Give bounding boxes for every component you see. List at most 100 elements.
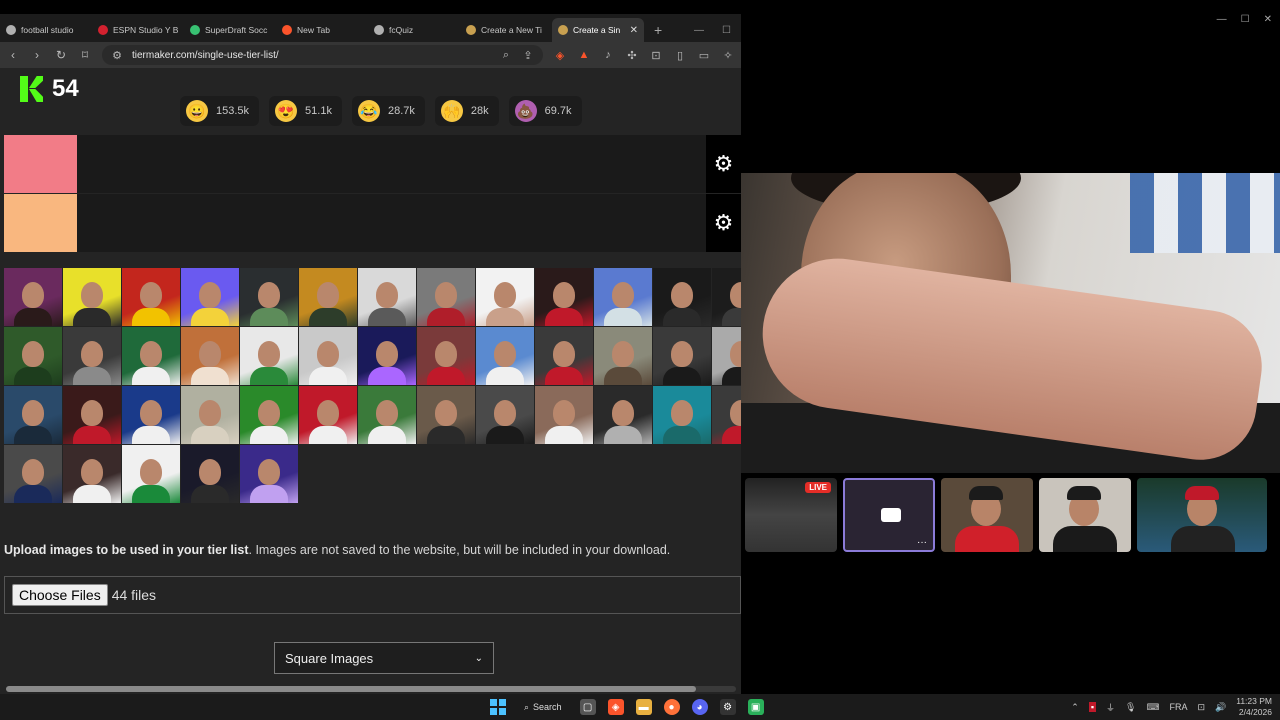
tier-image-thumbnail[interactable]: [358, 268, 416, 326]
tier-image-thumbnail[interactable]: [653, 386, 711, 444]
browser-tab[interactable]: Create a Sin ✕: [552, 18, 644, 42]
scrollbar-thumb[interactable]: [6, 686, 696, 692]
browser-tab[interactable]: fcQuiz: [368, 18, 460, 42]
tier-image-thumbnail[interactable]: [712, 386, 741, 444]
tier-image-thumbnail[interactable]: [63, 327, 121, 385]
maximize-icon[interactable]: ☐: [722, 25, 731, 36]
tier-image-thumbnail[interactable]: [122, 268, 180, 326]
meeting-app-icon[interactable]: ▣: [747, 699, 764, 715]
keyboard-icon[interactable]: ⌨: [1146, 702, 1159, 713]
self-camera-thumbnail[interactable]: ···: [843, 478, 935, 552]
tier-image-thumbnail[interactable]: [63, 386, 121, 444]
tier-image-thumbnail[interactable]: [476, 386, 534, 444]
tier-row-2[interactable]: ⚙: [4, 194, 741, 252]
leo-icon[interactable]: ✧: [721, 49, 735, 62]
reaction-button[interactable]: 😍 51.1k: [269, 96, 342, 126]
wallet-icon[interactable]: ▭: [697, 49, 711, 62]
tier-image-thumbnail[interactable]: [653, 327, 711, 385]
browser-tab[interactable]: SuperDraft Socc: [184, 18, 276, 42]
tier-label-2[interactable]: [4, 194, 77, 252]
bookmark-icon[interactable]: ⌑: [78, 48, 92, 62]
close-tab-icon[interactable]: ✕: [630, 25, 638, 36]
task-view-icon[interactable]: ▢: [579, 699, 596, 715]
participant-thumbnail[interactable]: [1137, 478, 1267, 552]
zoom-icon[interactable]: ⌕: [499, 49, 513, 62]
gear-icon[interactable]: ⚙: [706, 135, 741, 193]
tier-image-thumbnail[interactable]: [535, 268, 593, 326]
tier-image-thumbnail[interactable]: [63, 268, 121, 326]
image-shape-select[interactable]: Square Images ⌄: [274, 642, 494, 674]
chevron-up-icon[interactable]: ⌃: [1071, 702, 1079, 713]
gear-icon[interactable]: ⚙: [706, 194, 741, 252]
screen-share-thumbnail[interactable]: LIVE: [745, 478, 837, 552]
tier-image-thumbnail[interactable]: [594, 268, 652, 326]
windows-start-icon[interactable]: [490, 699, 506, 715]
tier-image-thumbnail[interactable]: [240, 386, 298, 444]
audio-icon[interactable]: ♪: [601, 49, 615, 61]
tier-image-thumbnail[interactable]: [63, 445, 121, 503]
extensions-icon[interactable]: ✣: [625, 49, 639, 62]
tier-image-thumbnail[interactable]: [299, 327, 357, 385]
tier-image-thumbnail[interactable]: [122, 327, 180, 385]
tier-row-1[interactable]: ⚙: [4, 135, 741, 193]
discord-icon[interactable]: ◕: [691, 699, 708, 715]
tier-image-thumbnail[interactable]: [417, 386, 475, 444]
forward-icon[interactable]: ›: [30, 48, 44, 62]
tier-image-thumbnail[interactable]: [181, 445, 239, 503]
tier-image-thumbnail[interactable]: [181, 386, 239, 444]
participant-thumbnail[interactable]: [1039, 478, 1131, 552]
new-tab-button[interactable]: +: [644, 18, 672, 42]
volume-icon[interactable]: 🔊: [1215, 702, 1226, 713]
url-field[interactable]: ⚙ tiermaker.com/single-use-tier-list/ ⌕ …: [102, 45, 543, 65]
tier-image-thumbnail[interactable]: [358, 386, 416, 444]
main-video-feed[interactable]: [741, 173, 1280, 473]
reload-icon[interactable]: ↻: [54, 48, 68, 62]
site-info-icon[interactable]: ⚙: [110, 49, 124, 62]
tier-image-thumbnail[interactable]: [535, 386, 593, 444]
tier-image-thumbnail[interactable]: [594, 327, 652, 385]
tier-label-1[interactable]: [4, 135, 77, 193]
minimize-icon[interactable]: —: [694, 25, 704, 36]
firefox-icon[interactable]: ●: [663, 699, 680, 715]
tier-image-thumbnail[interactable]: [594, 386, 652, 444]
tier-image-thumbnail[interactable]: [181, 327, 239, 385]
participant-thumbnail[interactable]: [941, 478, 1033, 552]
microphone-icon[interactable]: 🎙: [1125, 702, 1136, 713]
tier-image-thumbnail[interactable]: [4, 386, 62, 444]
minimize-icon[interactable]: —: [1217, 14, 1227, 25]
tier-image-thumbnail[interactable]: [653, 268, 711, 326]
reaction-button[interactable]: 🙌 28k: [434, 96, 499, 126]
sidebar-icon[interactable]: ▯: [673, 49, 687, 62]
language-indicator[interactable]: FRA: [1169, 702, 1187, 712]
tier-image-thumbnail[interactable]: [299, 386, 357, 444]
reaction-button[interactable]: 😀 153.5k: [180, 96, 260, 126]
tier-image-thumbnail[interactable]: [712, 268, 741, 326]
tier-image-thumbnail[interactable]: [240, 327, 298, 385]
tier-image-thumbnail[interactable]: [122, 445, 180, 503]
more-options-icon[interactable]: ···: [917, 537, 927, 548]
tier-image-thumbnail[interactable]: [181, 268, 239, 326]
back-icon[interactable]: ‹: [6, 48, 20, 62]
brave-shields-icon[interactable]: ◈: [553, 49, 567, 62]
network-icon[interactable]: ⊡: [1197, 702, 1205, 713]
tier-image-thumbnail[interactable]: [299, 268, 357, 326]
share-icon[interactable]: ⇪: [521, 49, 535, 62]
tier-image-thumbnail[interactable]: [476, 327, 534, 385]
tier-image-thumbnail[interactable]: [4, 268, 62, 326]
tier-image-thumbnail[interactable]: [476, 268, 534, 326]
usb-icon[interactable]: ⏚: [1106, 701, 1115, 714]
tier-image-thumbnail[interactable]: [417, 268, 475, 326]
reaction-button[interactable]: 😂 28.7k: [351, 96, 425, 126]
taskbar-search[interactable]: ⌕ Search: [518, 702, 568, 713]
choose-files-button[interactable]: Choose Files: [12, 584, 108, 606]
browser-tab[interactable]: ESPN Studio Y B: [92, 18, 184, 42]
tier-image-thumbnail[interactable]: [4, 445, 62, 503]
brave-rewards-icon[interactable]: ▲: [577, 49, 591, 61]
browser-tab[interactable]: Create a New Ti: [460, 18, 552, 42]
brave-browser-icon[interactable]: ◈: [607, 699, 624, 715]
browser-tab[interactable]: New Tab: [276, 18, 368, 42]
maximize-icon[interactable]: ☐: [1241, 14, 1250, 25]
tier-image-thumbnail[interactable]: [358, 327, 416, 385]
file-explorer-icon[interactable]: ▬: [635, 699, 652, 715]
tier-image-thumbnail[interactable]: [4, 327, 62, 385]
